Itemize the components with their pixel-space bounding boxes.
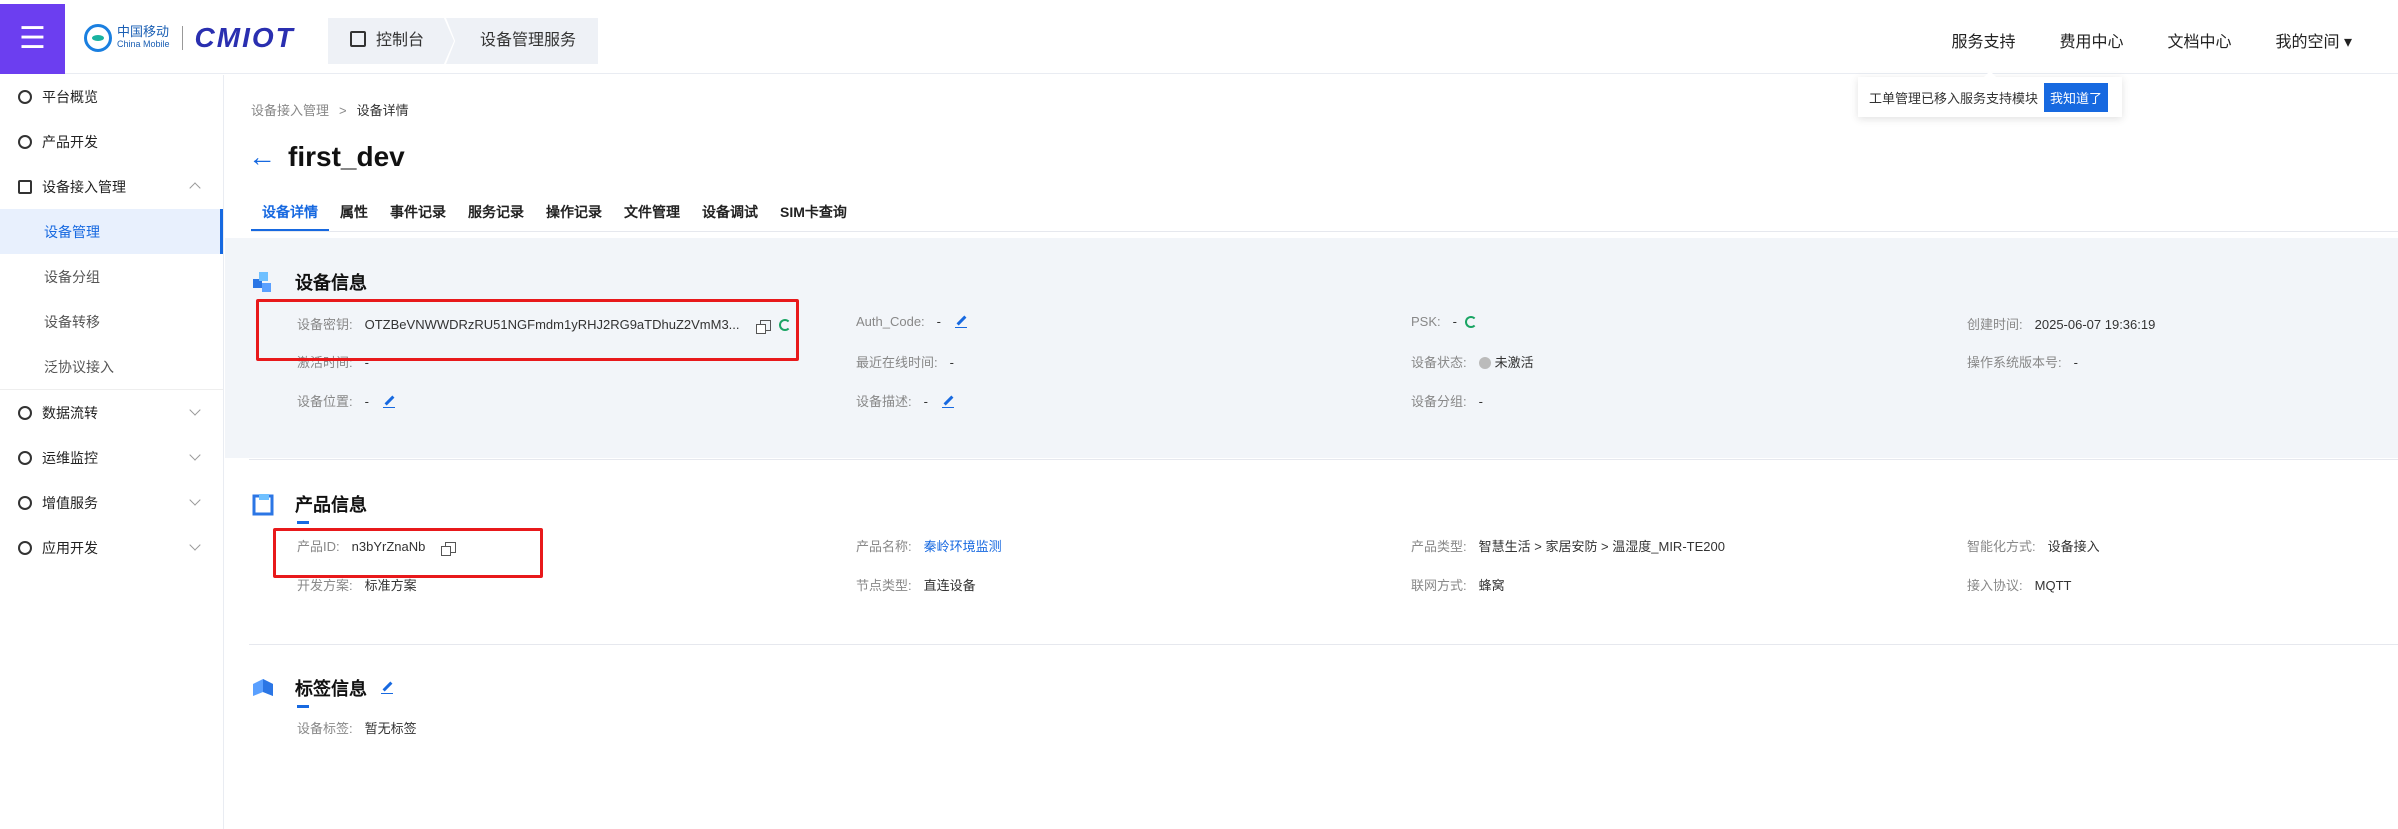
device-group-field: 设备分组: -	[1411, 394, 1483, 409]
sidebar-item-device-access[interactable]: 设备接入管理	[0, 164, 223, 209]
status-badge: 未激活	[1494, 355, 1534, 370]
auth-code-field: Auth_Code: -	[856, 314, 968, 329]
tag-info-section: 标签信息 设备标签: 暂无标签	[251, 675, 2398, 805]
breadcrumb: 设备接入管理 > 设备详情	[251, 103, 409, 118]
tab-bar: 设备详情 属性 事件记录 服务记录 操作记录 文件管理 设备调试 SIM卡查询	[251, 201, 858, 231]
sidebar-item-device-group[interactable]: 设备分组	[0, 254, 223, 299]
tab-divider	[251, 231, 2398, 232]
sidebar-item-protocol-access[interactable]: 泛协议接入	[0, 344, 223, 389]
tag-info-title: 标签信息	[295, 679, 367, 699]
device-info-title: 设备信息	[295, 273, 367, 293]
refresh-icon[interactable]	[1464, 316, 1477, 328]
monitor-icon	[18, 450, 32, 465]
tab-properties[interactable]: 属性	[329, 201, 379, 231]
sidebar-item-product-dev[interactable]: 产品开发	[0, 119, 223, 164]
sidebar-item-overview[interactable]: 平台概览	[0, 75, 223, 119]
section-divider	[249, 644, 2398, 645]
last-online-field: 最近在线时间: -	[856, 355, 954, 370]
logo-en: China Mobile	[117, 39, 170, 49]
tab-files[interactable]: 文件管理	[613, 201, 691, 231]
breadcrumb-current: 设备详情	[356, 103, 409, 118]
overview-icon	[18, 90, 32, 104]
send-icon	[18, 495, 32, 510]
nav-docs[interactable]: 文档中心	[2167, 28, 2231, 52]
china-mobile-logo-icon	[84, 24, 112, 52]
tab-debug[interactable]: 设备调试	[691, 201, 769, 231]
main-content: 设备接入管理 > 设备详情 ← first_dev 设备详情 属性 事件记录 服务记…	[226, 75, 2398, 829]
product-type-field: 产品类型: 智慧生活 > 家居安防 > 温湿度_MIR-TE200	[1411, 539, 1725, 554]
tab-events[interactable]: 事件记录	[379, 201, 457, 231]
tab-operations[interactable]: 操作记录	[535, 201, 613, 231]
product-info-title: 产品信息	[295, 495, 367, 515]
device-service-link[interactable]: 设备管理服务	[446, 18, 599, 64]
section-accent	[297, 521, 309, 524]
product-name-field: 产品名称: 秦岭环境监测	[856, 539, 1002, 554]
logo[interactable]: 中国移动 China Mobile CMIOT	[84, 22, 295, 53]
highlight-box-device-key	[256, 299, 799, 361]
nav-billing[interactable]: 费用中心	[2059, 28, 2123, 52]
console-link[interactable]: 控制台	[328, 18, 455, 64]
product-name-link[interactable]: 秦岭环境监测	[924, 539, 1002, 554]
tag-info-icon	[251, 676, 275, 700]
sidebar-item-device-transfer[interactable]: 设备转移	[0, 299, 223, 344]
sidebar-item-app-dev[interactable]: 应用开发	[0, 525, 223, 570]
sidebar-item-device-manage[interactable]: 设备管理	[0, 209, 223, 254]
top-nav: 服务支持 费用中心 文档中心 我的空间 ▾	[1951, 28, 2352, 52]
network-mode-field: 联网方式: 蜂窝	[1411, 578, 1505, 593]
console-icon	[350, 31, 366, 47]
caret-down-icon: ▾	[2343, 34, 2352, 51]
back-arrow-icon[interactable]: ←	[248, 143, 276, 171]
chevron-down-icon	[189, 539, 201, 551]
logo-divider	[181, 26, 183, 50]
tab-device-detail[interactable]: 设备详情	[251, 201, 329, 231]
device-icon	[18, 179, 32, 194]
chevron-down-icon	[189, 404, 201, 416]
breadcrumb-parent[interactable]: 设备接入管理	[251, 103, 329, 118]
sidebar: 平台概览 产品开发 设备接入管理 设备管理 设备分组 设备转移 泛协议接入 数据…	[0, 75, 224, 829]
edit-icon[interactable]	[955, 316, 968, 328]
menu-icon[interactable]: ☰	[0, 4, 65, 74]
nav-my-space[interactable]: 我的空间 ▾	[2276, 28, 2353, 52]
top-bar: ☰ 中国移动 China Mobile CMIOT 控制台 设备管理服务 服务支…	[0, 0, 2398, 74]
os-version-field: 操作系统版本号: -	[1967, 355, 2078, 370]
sidebar-item-ops-monitor[interactable]: 运维监控	[0, 435, 223, 480]
nav-support[interactable]: 服务支持	[1951, 28, 2015, 52]
smart-mode-field: 智能化方式: 设备接入	[1967, 539, 2100, 554]
access-protocol-field: 接入协议: MQTT	[1967, 578, 2072, 593]
chevron-down-icon	[189, 449, 201, 461]
brand-logo: CMIOT	[194, 22, 295, 53]
created-time-field: 创建时间: 2025-06-07 19:36:19	[1967, 317, 2156, 332]
tab-sim[interactable]: SIM卡查询	[769, 201, 858, 231]
device-info-icon	[251, 270, 275, 294]
flow-icon	[18, 405, 32, 420]
device-status-field: 设备状态: 未激活	[1411, 355, 1534, 370]
sidebar-item-value-added[interactable]: 增值服务	[0, 480, 223, 525]
logo-cn: 中国移动	[117, 24, 170, 39]
page-title: ← first_dev	[248, 141, 405, 173]
product-info-section: 产品信息 产品ID: n3bYrZnaNb 产品名称: 秦岭环境监测 产品类型: 智慧…	[251, 491, 2398, 691]
cube-icon	[18, 134, 32, 149]
device-desc-field: 设备描述: -	[856, 391, 954, 410]
tab-services[interactable]: 服务记录	[457, 201, 535, 231]
device-location-field: 设备位置: -	[297, 391, 395, 410]
sidebar-item-data-flow[interactable]: 数据流转	[0, 390, 223, 435]
section-accent	[297, 705, 309, 708]
section-divider	[249, 459, 2398, 460]
edit-icon[interactable]	[382, 396, 395, 408]
chevron-down-icon	[189, 494, 201, 506]
edit-icon[interactable]	[381, 682, 393, 694]
chevron-up-icon	[189, 182, 201, 194]
device-name: first_dev	[288, 141, 405, 172]
product-info-icon	[251, 492, 275, 516]
app-icon	[18, 540, 32, 555]
edit-icon[interactable]	[941, 396, 954, 408]
top-breadcrumb: 控制台 设备管理服务	[328, 18, 599, 64]
psk-field: PSK: -	[1411, 314, 1477, 329]
status-dot-icon	[1478, 357, 1491, 369]
node-type-field: 节点类型: 直连设备	[856, 578, 976, 593]
device-tag-field: 设备标签: 暂无标签	[297, 721, 417, 736]
highlight-box-product-id	[273, 528, 543, 578]
